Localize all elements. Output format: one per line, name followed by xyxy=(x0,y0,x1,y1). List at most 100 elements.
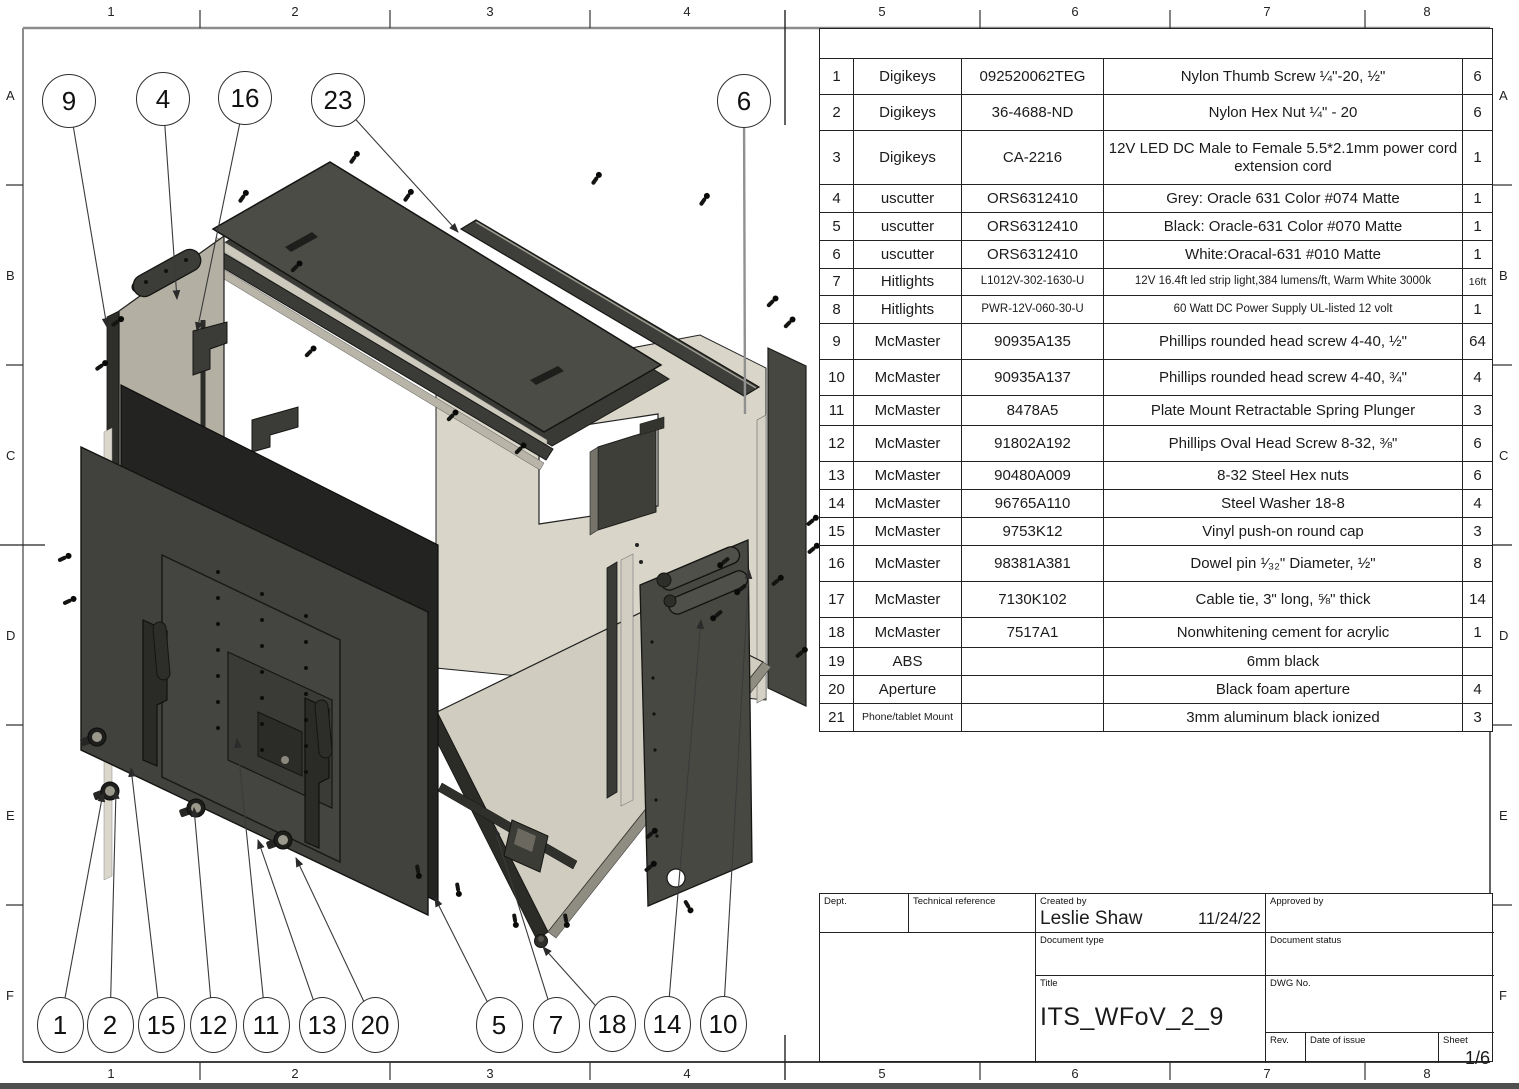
bom-cell-vendor: Aperture xyxy=(854,676,962,703)
bom-cell-vendor: Hitlights xyxy=(854,269,962,295)
leader-line xyxy=(60,793,103,1025)
bom-cell-qty: 1 xyxy=(1463,185,1492,212)
bom-cell-desc: 12V 16.4ft led strip light,384 lumens/ft… xyxy=(1104,269,1463,295)
bom-cell-vendor: McMaster xyxy=(854,324,962,359)
bom-cell-qty: 4 xyxy=(1463,360,1492,395)
leader-line xyxy=(744,101,745,414)
zone-col-top: 3 xyxy=(486,4,493,19)
bom-cell-qty: 8 xyxy=(1463,546,1492,581)
bom-row: 10McMaster90935A137Phillips rounded head… xyxy=(820,359,1492,395)
screw-icon xyxy=(303,344,317,358)
bom-cell-qty: 1 xyxy=(1463,213,1492,240)
zone-col-bottom: 3 xyxy=(486,1066,493,1081)
zone-col-top: 2 xyxy=(291,4,298,19)
bom-row: 21Phone/tablet Mount3mm aluminum black i… xyxy=(820,703,1492,731)
sheet-number: 1/6 xyxy=(1443,1048,1490,1069)
bom-row: 7HitlightsL1012V-302-1630-U12V 16.4ft le… xyxy=(820,268,1492,295)
zone-col-top: 6 xyxy=(1071,4,1078,19)
zone-row-left: A xyxy=(6,88,15,103)
bom-cell-desc: 3mm aluminum black ionized xyxy=(1104,704,1463,731)
zone-col-bottom: 7 xyxy=(1263,1066,1270,1081)
bom-cell-qty: 3 xyxy=(1463,396,1492,425)
aperture-bracket xyxy=(598,429,656,530)
zone-col-top: 4 xyxy=(683,4,690,19)
bom-cell-vendor: McMaster xyxy=(854,462,962,489)
document-type-label: Document type xyxy=(1040,935,1261,946)
bom-cell-vendor: McMaster xyxy=(854,490,962,517)
bom-row: 11McMaster8478A5Plate Mount Retractable … xyxy=(820,395,1492,425)
balloon-callout-18: 18 xyxy=(589,996,636,1052)
vinyl-cap xyxy=(535,935,548,948)
bom-cell-vendor: Digikeys xyxy=(854,59,962,94)
bom-row: 4uscutterORS6312410Grey: Oracle 631 Colo… xyxy=(820,184,1492,212)
bom-cell-part: 9753K12 xyxy=(962,518,1104,545)
bom-cell-no: 3 xyxy=(820,131,854,184)
bom-cell-vendor: uscutter xyxy=(854,241,962,268)
bom-cell-vendor: Digikeys xyxy=(854,131,962,184)
dept-cell: Dept. xyxy=(820,894,909,933)
bom-cell-part: 98381A381 xyxy=(962,546,1104,581)
bom-row: 15McMaster9753K12Vinyl push-on round cap… xyxy=(820,517,1492,545)
bom-cell-vendor: Phone/tablet Mount xyxy=(854,704,962,731)
bom-cell-qty: 3 xyxy=(1463,518,1492,545)
bom-cell-no: 18 xyxy=(820,618,854,647)
balloon-callout-1: 1 xyxy=(37,997,84,1053)
bom-cell-part: 36-4688-ND xyxy=(962,95,1104,130)
bom-cell-part: 90935A137 xyxy=(962,360,1104,395)
bom-cell-desc: Cable tie, 3" long, ⅝" thick xyxy=(1104,582,1463,617)
screw-icon xyxy=(698,192,711,207)
bom-row: 19ABS6mm black xyxy=(820,647,1492,675)
creator-name: Leslie Shaw xyxy=(1040,908,1142,930)
bom-cell-part: 90935A135 xyxy=(962,324,1104,359)
zone-row-right: A xyxy=(1499,88,1508,103)
bom-cell-qty: 1 xyxy=(1463,131,1492,184)
bom-row: 13McMaster90480A0098-32 Steel Hex nuts6 xyxy=(820,461,1492,489)
zone-col-top: 5 xyxy=(878,4,885,19)
title-label: Title xyxy=(1040,978,1261,989)
bom-cell-desc: Phillips rounded head screw 4-40, ¾" xyxy=(1104,360,1463,395)
balloon-callout-12: 12 xyxy=(190,997,237,1053)
bom-cell-desc: 12V LED DC Male to Female 5.5*2.1mm powe… xyxy=(1104,131,1463,184)
zone-row-right: E xyxy=(1499,808,1508,823)
zone-col-bottom: 4 xyxy=(683,1066,690,1081)
empty-cell xyxy=(820,933,1036,1063)
zone-col-bottom: 2 xyxy=(291,1066,298,1081)
technical-reference-cell: Technical reference xyxy=(909,894,1036,933)
bom-cell-no: 2 xyxy=(820,95,854,130)
bom-cell-desc: Vinyl push-on round cap xyxy=(1104,518,1463,545)
bill-of-materials-table: 1Digikeys092520062TEGNylon Thumb Screw ¼… xyxy=(819,28,1493,732)
balloon-callout-20: 20 xyxy=(352,997,399,1053)
bom-cell-qty: 6 xyxy=(1463,59,1492,94)
bom-cell-vendor: McMaster xyxy=(854,360,962,395)
bom-cell-desc: Nylon Hex Nut ¼" - 20 xyxy=(1104,95,1463,130)
bom-cell-no: 9 xyxy=(820,324,854,359)
thumb-screw-icon xyxy=(179,799,205,818)
bom-cell-part: ORS6312410 xyxy=(962,185,1104,212)
screw-icon xyxy=(782,315,796,329)
rev-cell: Rev. xyxy=(1266,1033,1306,1063)
bom-cell-qty: 4 xyxy=(1463,676,1492,703)
front-panel-assembly xyxy=(80,385,438,915)
balloon-callout-13: 13 xyxy=(299,997,346,1053)
balloon-callout-14: 14 xyxy=(644,996,691,1052)
bom-cell-vendor: Digikeys xyxy=(854,95,962,130)
dept-label: Dept. xyxy=(824,896,904,907)
bom-cell-part: CA-2216 xyxy=(962,131,1104,184)
bom-cell-no: 16 xyxy=(820,546,854,581)
bom-cell-part: 96765A110 xyxy=(962,490,1104,517)
zone-row-right: C xyxy=(1499,448,1508,463)
bom-cell-vendor: McMaster xyxy=(854,618,962,647)
right-side-panel xyxy=(607,540,752,906)
bom-cell-qty: 1 xyxy=(1463,618,1492,647)
balloon-callout-6: 6 xyxy=(717,74,771,128)
bom-row: 20ApertureBlack foam aperture4 xyxy=(820,675,1492,703)
zone-row-right: B xyxy=(1499,268,1508,283)
zone-col-bottom: 6 xyxy=(1071,1066,1078,1081)
bom-cell-qty: 6 xyxy=(1463,462,1492,489)
bom-cell-desc: White:Oracal-631 #010 Matte xyxy=(1104,241,1463,268)
bom-cell-qty: 16ft xyxy=(1463,269,1492,295)
bom-cell-part xyxy=(962,704,1104,731)
bom-cell-desc: Phillips Oval Head Screw 8-32, ⅜" xyxy=(1104,426,1463,461)
bom-cell-part: L1012V-302-1630-U xyxy=(962,269,1104,295)
bom-row: 14McMaster96765A110Steel Washer 18-84 xyxy=(820,489,1492,517)
